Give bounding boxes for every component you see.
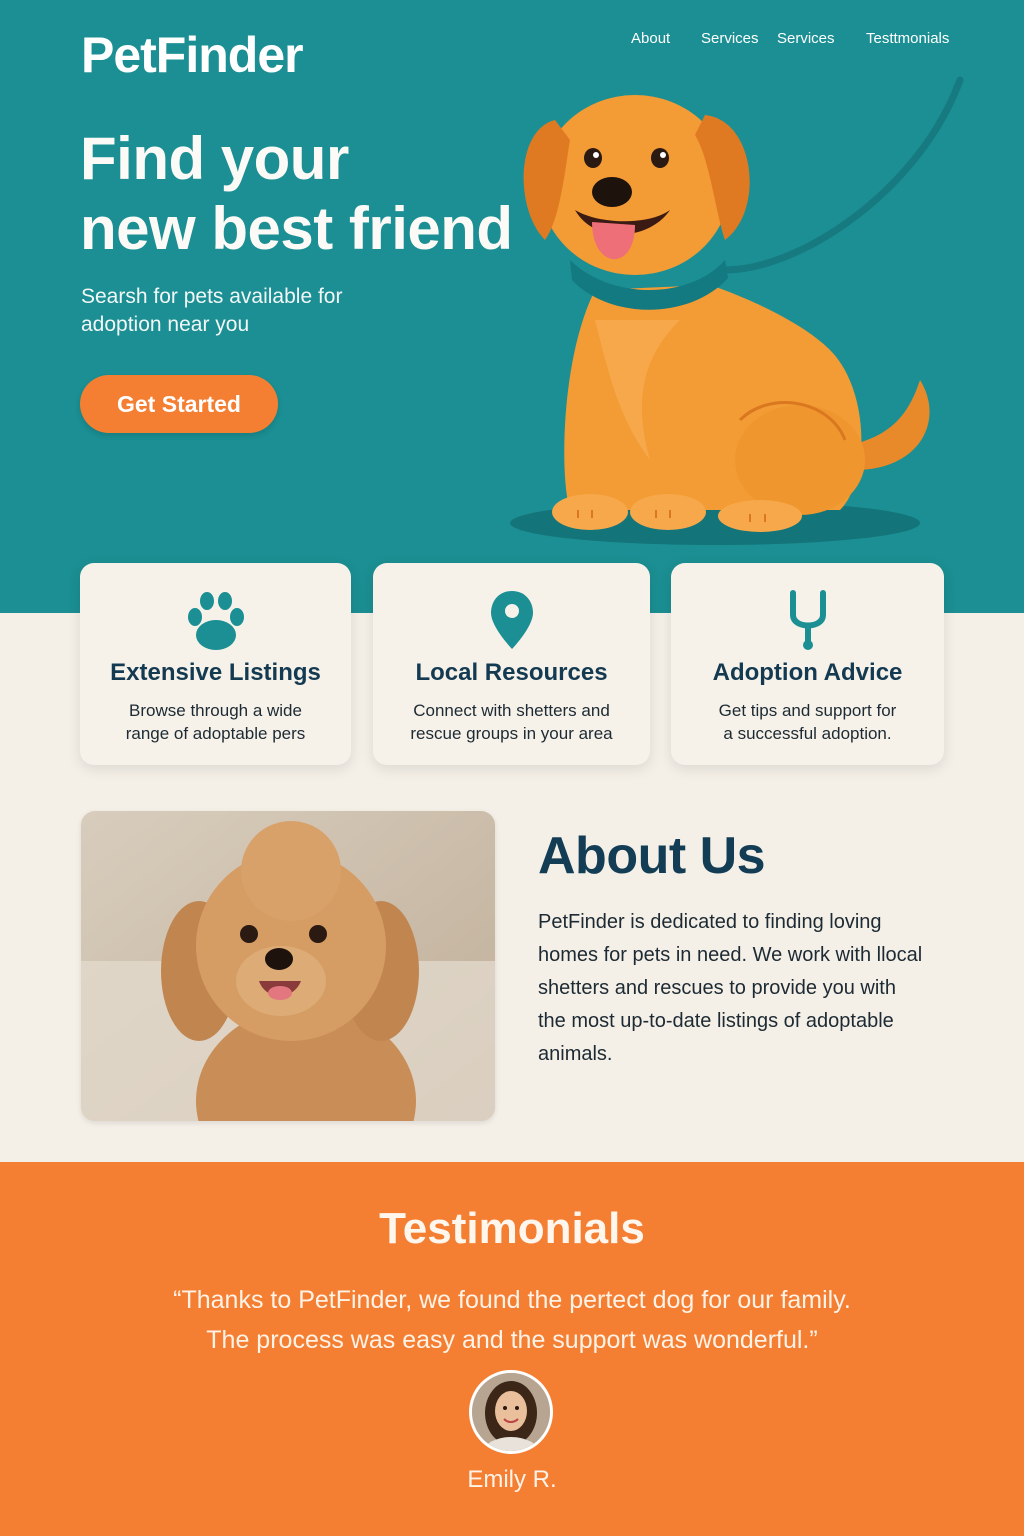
- nav-link-about[interactable]: About: [631, 30, 670, 47]
- testimonials-title: Testimonials: [379, 1204, 645, 1253]
- hero-subtitle: Searsh for pets available for adoption n…: [81, 283, 401, 339]
- about-line: PetFinder is dedicated to finding loving: [538, 911, 882, 933]
- feature-description: Browse through a wide range of adoptable…: [100, 699, 331, 745]
- feature-desc-line1: Get tips and support for: [718, 701, 897, 720]
- hero-title: Find your new best friend: [80, 124, 550, 264]
- get-started-button[interactable]: Get Started: [80, 375, 278, 433]
- hero-section: PetFinder About Services Services Testtm…: [0, 0, 1024, 613]
- location-pin-icon: [490, 591, 533, 649]
- hero-title-line1: Find your: [80, 125, 349, 192]
- about-line: homes for pets in need. We work with llo…: [538, 944, 923, 966]
- about-title: About Us: [538, 827, 766, 885]
- quote-line1: “Thanks to PetFinder, we found the perte…: [173, 1286, 851, 1314]
- hero-title-line2: new best friend: [80, 195, 513, 262]
- nav-link-services[interactable]: Services: [701, 30, 759, 47]
- testimonial-quote: “Thanks to PetFinder, we found the perte…: [112, 1280, 912, 1360]
- testimonial-author: Emily R.: [467, 1466, 557, 1493]
- feature-card-advice[interactable]: Adoption Advice Get tips and support for…: [671, 563, 944, 765]
- woman-portrait-icon: [472, 1373, 550, 1451]
- feature-desc-line1: Browse through a wide: [129, 701, 302, 720]
- feature-card-listings[interactable]: Extensive Listings Browse through a wide…: [80, 563, 351, 765]
- feature-desc-line2: rescue groups in your area: [410, 724, 613, 743]
- avatar: [469, 1370, 553, 1454]
- nav-link-services-2[interactable]: Services: [777, 30, 835, 47]
- paw-icon: [187, 592, 244, 650]
- feature-desc-line1: Connect with shetters and: [413, 701, 610, 720]
- poodle-photo-illustration: [81, 811, 495, 1121]
- about-dog-photo: [81, 811, 495, 1121]
- feature-description: Connect with shetters and rescue groups …: [393, 699, 630, 745]
- feature-title: Adoption Advice: [712, 659, 903, 686]
- quote-line2: The process was easy and the support was…: [206, 1326, 818, 1354]
- nav-link-testimonials[interactable]: Testtmonials: [866, 30, 949, 47]
- cartoon-dog-illustration: [510, 76, 964, 545]
- about-line: the most up-to-date listings of adoptabl…: [538, 1010, 894, 1032]
- about-line: animals.: [538, 1043, 613, 1065]
- feature-card-resources[interactable]: Local Resources Connect with shetters an…: [373, 563, 650, 765]
- about-text: PetFinder is dedicated to finding loving…: [538, 906, 948, 1071]
- about-line: shetters and rescues to provide you with: [538, 977, 896, 999]
- hero-subtitle-line2: adoption near you: [81, 313, 250, 336]
- feature-title: Local Resources: [415, 659, 608, 686]
- feature-desc-line2: range of adoptable pers: [125, 724, 306, 743]
- feature-title: Extensive Listings: [110, 659, 321, 686]
- feature-description: Get tips and support for a successful ad…: [691, 699, 924, 745]
- top-nav: About Services Services Testtmonials: [0, 30, 1024, 50]
- stethoscope-icon: [789, 590, 826, 650]
- hero-subtitle-line1: Searsh for pets available for: [81, 285, 343, 308]
- feature-desc-line2: a successful adoption.: [723, 724, 892, 743]
